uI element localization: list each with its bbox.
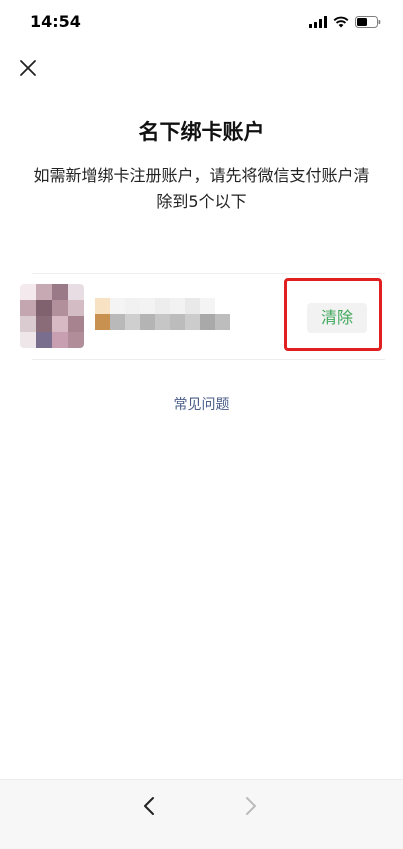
page-description: 如需新增绑卡注册账户，请先将微信支付账户清除到5个以下 (33, 166, 370, 211)
bottom-divider (32, 359, 385, 360)
status-bar: 14:54 (0, 0, 403, 44)
close-icon (20, 60, 36, 76)
account-name (95, 298, 235, 332)
wifi-icon (333, 13, 349, 32)
forward-button[interactable] (238, 794, 262, 818)
status-time: 14:54 (30, 12, 81, 31)
signal-icon (309, 13, 327, 32)
faq-link[interactable]: 常见问题 (0, 394, 403, 414)
battery-icon (355, 13, 381, 32)
chevron-right-icon (246, 797, 256, 815)
highlight-box (284, 278, 382, 351)
chevron-left-icon (144, 797, 154, 815)
page-title: 名下绑卡账户 (138, 120, 265, 144)
avatar (20, 284, 84, 348)
back-button[interactable] (138, 794, 162, 818)
close-button[interactable] (16, 56, 40, 80)
status-icons (309, 13, 381, 32)
bottom-nav-bar (0, 779, 403, 849)
